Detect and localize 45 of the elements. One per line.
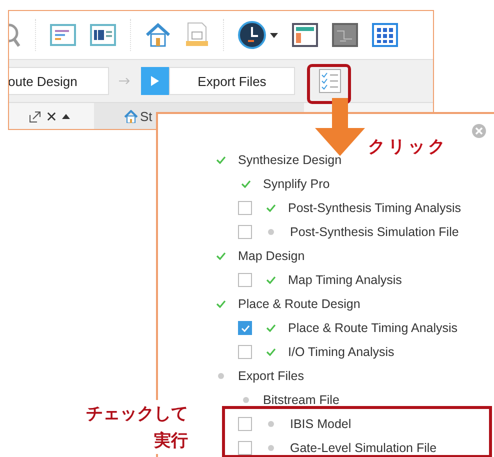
- tick-icon: [240, 324, 250, 332]
- step-label: Place & Route Design: [238, 297, 360, 311]
- home-icon[interactable]: [145, 23, 171, 47]
- clock-icon[interactable]: [238, 21, 268, 49]
- grid-icon[interactable]: [372, 23, 398, 47]
- play-button[interactable]: [141, 67, 169, 95]
- checklist-button[interactable]: [319, 69, 341, 93]
- checklist-icon: [319, 69, 341, 93]
- annotation-text: クリック: [368, 136, 448, 158]
- down-arrow: [315, 98, 365, 156]
- grid-panel-icon[interactable]: [292, 23, 318, 47]
- checkbox[interactable]: [238, 321, 252, 335]
- step-label: Synthesize Design: [238, 153, 342, 167]
- schematic-icon[interactable]: [332, 23, 358, 47]
- table-document-icon[interactable]: [185, 22, 209, 48]
- checkbox[interactable]: [238, 201, 252, 215]
- step-label: Place & Route Timing Analysis: [288, 321, 458, 335]
- checkbox[interactable]: [238, 417, 252, 431]
- caret-icon[interactable]: [270, 32, 278, 38]
- step-label: Export Files: [238, 369, 304, 383]
- step-label: Map Timing Analysis: [288, 273, 402, 287]
- step-label: Synplify Pro: [263, 177, 330, 191]
- document-icon[interactable]: [50, 24, 76, 46]
- annotation-text: チェックして: [86, 403, 188, 425]
- step-label: Map Design: [238, 249, 305, 263]
- home-icon: [124, 110, 138, 123]
- flow-step[interactable]: Export Files: [169, 67, 295, 95]
- annotation-text: 実行: [154, 430, 188, 452]
- caret-icon[interactable]: [62, 114, 70, 119]
- step-label: Post-Synthesis Simulation File: [290, 225, 459, 239]
- arrow-icon: [119, 78, 131, 84]
- step-label: I/O Timing Analysis: [288, 345, 394, 359]
- step-label: Bitstream File: [263, 393, 340, 407]
- checkbox[interactable]: [238, 273, 252, 287]
- step-label: Gate-Level Simulation File: [290, 441, 437, 455]
- ip-icon[interactable]: [90, 24, 116, 46]
- checkbox[interactable]: [238, 441, 252, 455]
- close-icon[interactable]: [47, 112, 56, 121]
- step-label: IBIS Model: [290, 417, 352, 431]
- play-icon: [151, 76, 159, 86]
- search-icon[interactable]: [9, 21, 21, 49]
- expand-icon[interactable]: [29, 110, 41, 122]
- checkbox[interactable]: [238, 345, 252, 359]
- step-label: Post-Synthesis Timing Analysis: [288, 201, 461, 215]
- checkbox[interactable]: [238, 225, 252, 239]
